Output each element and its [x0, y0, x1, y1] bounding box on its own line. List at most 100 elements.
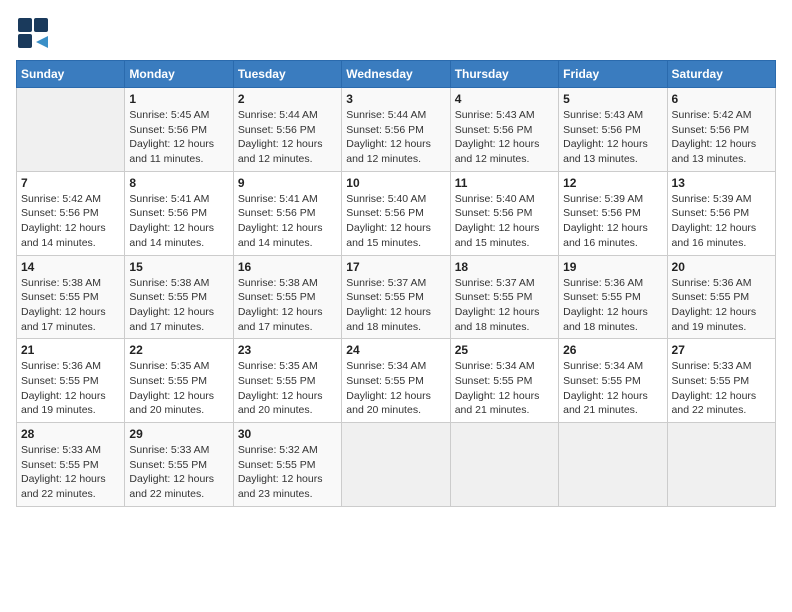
- calendar-week-row: 14 Sunrise: 5:38 AM Sunset: 5:55 PM Dayli…: [17, 255, 776, 339]
- calendar-cell: [667, 423, 775, 507]
- calendar-week-row: 1 Sunrise: 5:45 AM Sunset: 5:56 PM Daylig…: [17, 88, 776, 172]
- calendar-cell: 27Sunrise: 5:33 AM Sunset: 5:55 PM Dayli…: [667, 339, 775, 423]
- day-info: Sunrise: 5:38 AM Sunset: 5:55 PM Dayligh…: [129, 276, 228, 335]
- calendar-cell: 22 Sunrise: 5:35 AM Sunset: 5:55 PM Dayli…: [125, 339, 233, 423]
- day-info: Sunrise: 5:44 AM Sunset: 5:56 PM Dayligh…: [238, 108, 337, 167]
- day-number: 7: [21, 176, 120, 190]
- calendar-cell: 12 Sunrise: 5:39 AM Sunset: 5:56 PM Dayli…: [559, 171, 667, 255]
- day-info: Sunrise: 5:33 AM Sunset: 5:55 PM Dayligh…: [129, 443, 228, 502]
- calendar-cell: [450, 423, 558, 507]
- day-info: Sunrise: 5:43 AM Sunset: 5:56 PM Dayligh…: [563, 108, 662, 167]
- day-number: 11: [455, 176, 554, 190]
- day-number: 5: [563, 92, 662, 106]
- day-number: 14: [21, 260, 120, 274]
- day-info: Sunrise: 5:35 AM Sunset: 5:55 PM Dayligh…: [129, 359, 228, 418]
- calendar-week-row: 7Sunrise: 5:42 AM Sunset: 5:56 PM Daylig…: [17, 171, 776, 255]
- calendar-week-row: 28 Sunrise: 5:33 AM Sunset: 5:55 PM Dayli…: [17, 423, 776, 507]
- calendar-cell: 10 Sunrise: 5:40 AM Sunset: 5:56 PM Dayli…: [342, 171, 450, 255]
- calendar-cell: 7Sunrise: 5:42 AM Sunset: 5:56 PM Daylig…: [17, 171, 125, 255]
- day-info: Sunrise: 5:41 AM Sunset: 5:56 PM Dayligh…: [129, 192, 228, 251]
- calendar-body: 1 Sunrise: 5:45 AM Sunset: 5:56 PM Daylig…: [17, 88, 776, 507]
- calendar-cell: 26Sunrise: 5:34 AM Sunset: 5:55 PM Dayli…: [559, 339, 667, 423]
- day-info: Sunrise: 5:35 AM Sunset: 5:55 PM Dayligh…: [238, 359, 337, 418]
- day-number: 22: [129, 343, 228, 357]
- calendar-cell: 1 Sunrise: 5:45 AM Sunset: 5:56 PM Daylig…: [125, 88, 233, 172]
- page-header: [16, 16, 776, 52]
- calendar-week-row: 21 Sunrise: 5:36 AM Sunset: 5:55 PM Dayli…: [17, 339, 776, 423]
- day-number: 25: [455, 343, 554, 357]
- calendar-cell: [17, 88, 125, 172]
- day-info: Sunrise: 5:36 AM Sunset: 5:55 PM Dayligh…: [672, 276, 771, 335]
- calendar-cell: 21 Sunrise: 5:36 AM Sunset: 5:55 PM Dayli…: [17, 339, 125, 423]
- day-number: 18: [455, 260, 554, 274]
- calendar-cell: 25 Sunrise: 5:34 AM Sunset: 5:55 PM Dayli…: [450, 339, 558, 423]
- day-info: Sunrise: 5:40 AM Sunset: 5:56 PM Dayligh…: [346, 192, 445, 251]
- calendar-cell: 23 Sunrise: 5:35 AM Sunset: 5:55 PM Dayli…: [233, 339, 341, 423]
- day-number: 27: [672, 343, 771, 357]
- calendar-cell: [342, 423, 450, 507]
- day-info: Sunrise: 5:36 AM Sunset: 5:55 PM Dayligh…: [21, 359, 120, 418]
- day-number: 9: [238, 176, 337, 190]
- day-info: Sunrise: 5:39 AM Sunset: 5:56 PM Dayligh…: [563, 192, 662, 251]
- day-header-wednesday: Wednesday: [342, 61, 450, 88]
- day-number: 12: [563, 176, 662, 190]
- day-info: Sunrise: 5:41 AM Sunset: 5:56 PM Dayligh…: [238, 192, 337, 251]
- day-info: Sunrise: 5:36 AM Sunset: 5:55 PM Dayligh…: [563, 276, 662, 335]
- day-number: 4: [455, 92, 554, 106]
- calendar-cell: 16 Sunrise: 5:38 AM Sunset: 5:55 PM Dayli…: [233, 255, 341, 339]
- calendar-cell: 8Sunrise: 5:41 AM Sunset: 5:56 PM Daylig…: [125, 171, 233, 255]
- day-info: Sunrise: 5:32 AM Sunset: 5:55 PM Dayligh…: [238, 443, 337, 502]
- day-number: 16: [238, 260, 337, 274]
- calendar-cell: 3 Sunrise: 5:44 AM Sunset: 5:56 PM Daylig…: [342, 88, 450, 172]
- day-info: Sunrise: 5:34 AM Sunset: 5:55 PM Dayligh…: [455, 359, 554, 418]
- day-number: 21: [21, 343, 120, 357]
- day-number: 17: [346, 260, 445, 274]
- calendar-cell: 13Sunrise: 5:39 AM Sunset: 5:56 PM Dayli…: [667, 171, 775, 255]
- day-info: Sunrise: 5:39 AM Sunset: 5:56 PM Dayligh…: [672, 192, 771, 251]
- calendar-cell: 9 Sunrise: 5:41 AM Sunset: 5:56 PM Daylig…: [233, 171, 341, 255]
- calendar-cell: 2 Sunrise: 5:44 AM Sunset: 5:56 PM Daylig…: [233, 88, 341, 172]
- day-header-sunday: Sunday: [17, 61, 125, 88]
- day-number: 1: [129, 92, 228, 106]
- day-info: Sunrise: 5:43 AM Sunset: 5:56 PM Dayligh…: [455, 108, 554, 167]
- day-number: 28: [21, 427, 120, 441]
- calendar-cell: 29 Sunrise: 5:33 AM Sunset: 5:55 PM Dayli…: [125, 423, 233, 507]
- day-number: 24: [346, 343, 445, 357]
- day-info: Sunrise: 5:37 AM Sunset: 5:55 PM Dayligh…: [346, 276, 445, 335]
- day-number: 30: [238, 427, 337, 441]
- calendar-cell: 24Sunrise: 5:34 AM Sunset: 5:55 PM Dayli…: [342, 339, 450, 423]
- calendar-cell: [559, 423, 667, 507]
- calendar-cell: 14Sunrise: 5:38 AM Sunset: 5:55 PM Dayli…: [17, 255, 125, 339]
- calendar-cell: 11 Sunrise: 5:40 AM Sunset: 5:56 PM Dayli…: [450, 171, 558, 255]
- day-number: 23: [238, 343, 337, 357]
- calendar-cell: 28 Sunrise: 5:33 AM Sunset: 5:55 PM Dayli…: [17, 423, 125, 507]
- calendar-header-row: SundayMondayTuesdayWednesdayThursdayFrid…: [17, 61, 776, 88]
- day-number: 20: [672, 260, 771, 274]
- calendar-cell: 30 Sunrise: 5:32 AM Sunset: 5:55 PM Dayli…: [233, 423, 341, 507]
- calendar-table: SundayMondayTuesdayWednesdayThursdayFrid…: [16, 60, 776, 507]
- day-info: Sunrise: 5:40 AM Sunset: 5:56 PM Dayligh…: [455, 192, 554, 251]
- day-number: 19: [563, 260, 662, 274]
- day-number: 6: [672, 92, 771, 106]
- calendar-cell: 20 Sunrise: 5:36 AM Sunset: 5:55 PM Dayli…: [667, 255, 775, 339]
- calendar-cell: 19 Sunrise: 5:36 AM Sunset: 5:55 PM Dayli…: [559, 255, 667, 339]
- day-info: Sunrise: 5:34 AM Sunset: 5:55 PM Dayligh…: [563, 359, 662, 418]
- day-number: 10: [346, 176, 445, 190]
- day-info: Sunrise: 5:42 AM Sunset: 5:56 PM Dayligh…: [672, 108, 771, 167]
- day-number: 15: [129, 260, 228, 274]
- day-header-tuesday: Tuesday: [233, 61, 341, 88]
- day-info: Sunrise: 5:45 AM Sunset: 5:56 PM Dayligh…: [129, 108, 228, 167]
- day-info: Sunrise: 5:37 AM Sunset: 5:55 PM Dayligh…: [455, 276, 554, 335]
- day-number: 29: [129, 427, 228, 441]
- calendar-cell: 15 Sunrise: 5:38 AM Sunset: 5:55 PM Dayli…: [125, 255, 233, 339]
- day-header-monday: Monday: [125, 61, 233, 88]
- day-info: Sunrise: 5:33 AM Sunset: 5:55 PM Dayligh…: [21, 443, 120, 502]
- day-header-thursday: Thursday: [450, 61, 558, 88]
- day-info: Sunrise: 5:38 AM Sunset: 5:55 PM Dayligh…: [238, 276, 337, 335]
- calendar-cell: 6 Sunrise: 5:42 AM Sunset: 5:56 PM Daylig…: [667, 88, 775, 172]
- day-header-saturday: Saturday: [667, 61, 775, 88]
- day-number: 3: [346, 92, 445, 106]
- day-number: 2: [238, 92, 337, 106]
- calendar-cell: 18 Sunrise: 5:37 AM Sunset: 5:55 PM Dayli…: [450, 255, 558, 339]
- day-info: Sunrise: 5:44 AM Sunset: 5:56 PM Dayligh…: [346, 108, 445, 167]
